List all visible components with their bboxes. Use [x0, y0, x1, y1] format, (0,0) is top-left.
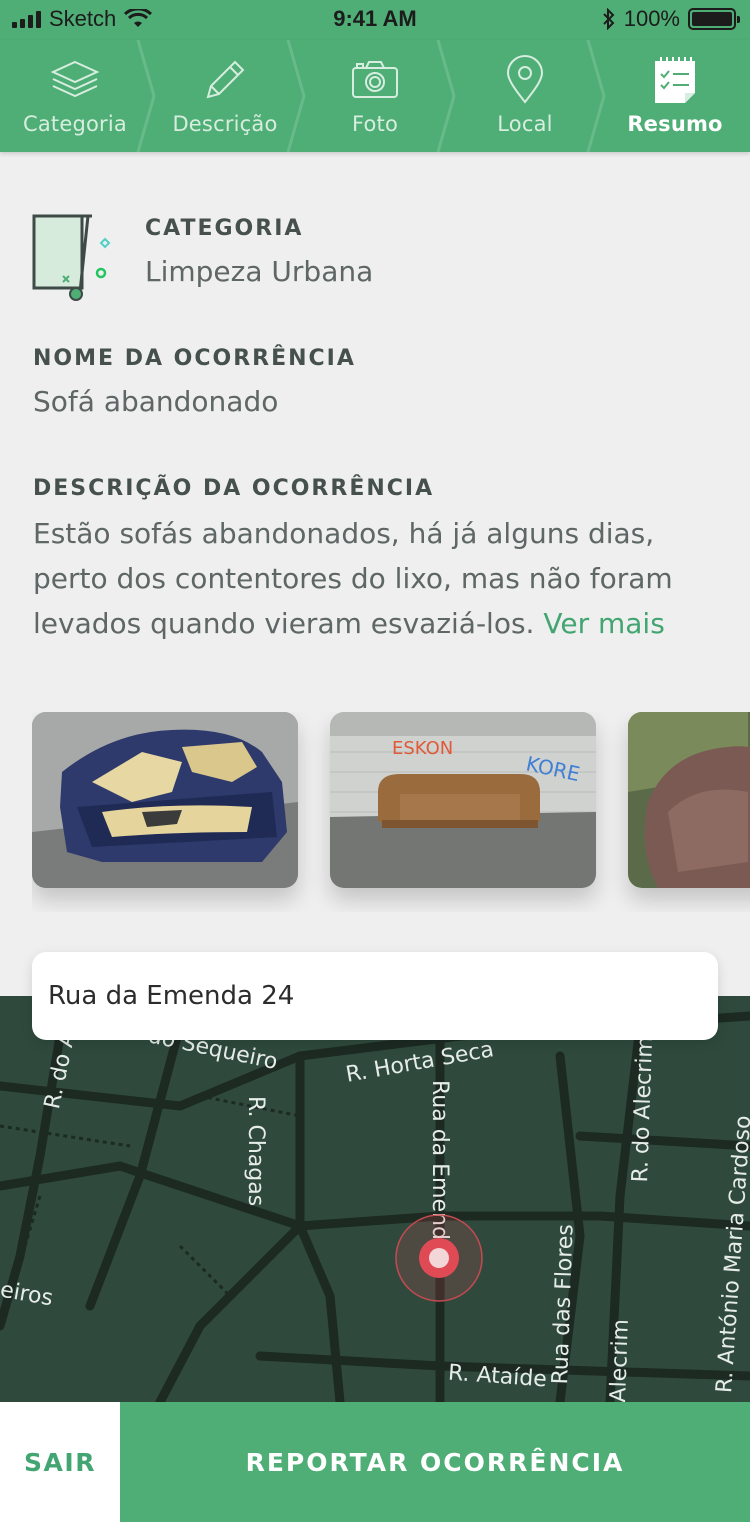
step-foto[interactable]: Foto — [300, 40, 456, 152]
location-pin-icon — [499, 54, 551, 106]
street-label: R. Horta Seca — [343, 1037, 496, 1088]
step-divider — [436, 40, 456, 152]
occurrence-name-block: NOME DA OCORRÊNCIA Sofá abandonado — [33, 346, 356, 418]
battery-label: 100% — [623, 6, 680, 31]
pencil-icon — [199, 54, 251, 106]
step-divider — [586, 40, 606, 152]
map-street-labels: R. do Almada v. do Sequeiro R. Chagas R.… — [0, 996, 750, 1402]
step-divider — [286, 40, 306, 152]
step-local[interactable]: Local — [450, 40, 606, 152]
category-block: CATEGORIA Limpeza Urbana — [145, 216, 373, 288]
street-label: Rua das Flores — [548, 1223, 579, 1385]
checklist-icon — [649, 54, 701, 106]
camera-icon — [349, 54, 401, 106]
ver-mais-link[interactable]: Ver mais — [543, 607, 664, 640]
status-bar: Sketch 9:41 AM 100% — [0, 0, 750, 40]
street-label: eiros — [0, 1277, 55, 1312]
battery-icon — [688, 8, 740, 30]
step-label: Local — [497, 112, 553, 136]
step-label: Foto — [351, 112, 399, 136]
category-value: Limpeza Urbana — [145, 255, 374, 288]
photo-gallery: ESKON KORE — [32, 712, 750, 912]
occurrence-description-block: DESCRIÇÃO DA OCORRÊNCIA Estão sofás aban… — [33, 476, 733, 646]
bottom-action-bar: SAIR REPORTAR OCORRÊNCIA — [0, 1402, 750, 1522]
occurrence-description-text: Estão sofás abandonados, há já alguns di… — [33, 511, 733, 646]
street-label: R. Ataíde — [447, 1360, 548, 1393]
trash-bin-icon — [32, 214, 111, 301]
street-label: R. do Alecrim — [628, 1035, 659, 1183]
step-navigation: Categoria Descrição Foto Local Resumo — [0, 40, 750, 152]
svg-text:ESKON: ESKON — [392, 738, 453, 759]
location-map[interactable]: R. do Almada v. do Sequeiro R. Chagas R.… — [0, 996, 750, 1402]
step-resumo[interactable]: Resumo — [600, 40, 750, 152]
photo-brown-sofa-graffiti-wall[interactable]: ESKON KORE — [330, 712, 596, 888]
step-descricao[interactable]: Descrição — [150, 40, 306, 152]
photo-leather-armchair[interactable] — [628, 712, 750, 888]
street-label: R. António Maria Cardoso — [712, 1114, 750, 1394]
report-occurrence-button[interactable]: REPORTAR OCORRÊNCIA — [120, 1402, 750, 1522]
bluetooth-icon — [603, 8, 615, 30]
street-label: R. Chagas — [243, 1096, 268, 1207]
exit-button[interactable]: SAIR — [0, 1402, 120, 1522]
status-right: 100% — [602, 6, 740, 32]
category-heading: CATEGORIA — [145, 216, 304, 241]
occurrence-description-heading: DESCRIÇÃO DA OCORRÊNCIA — [33, 476, 435, 501]
occurrence-name-value: Sofá abandonado — [33, 385, 279, 418]
occurrence-name-heading: NOME DA OCORRÊNCIA — [33, 346, 356, 371]
step-divider — [136, 40, 156, 152]
step-label: Resumo — [627, 112, 723, 136]
layers-icon — [49, 54, 101, 106]
address-field[interactable]: Rua da Emenda 24 — [32, 952, 718, 1040]
step-label: Descrição — [172, 112, 278, 136]
step-categoria[interactable]: Categoria — [0, 40, 156, 152]
photo-torn-blue-sofa[interactable] — [32, 712, 298, 888]
location-pin-marker[interactable] — [393, 1212, 485, 1304]
step-label: Categoria — [22, 112, 127, 136]
street-label: Alecrim — [606, 1318, 634, 1402]
